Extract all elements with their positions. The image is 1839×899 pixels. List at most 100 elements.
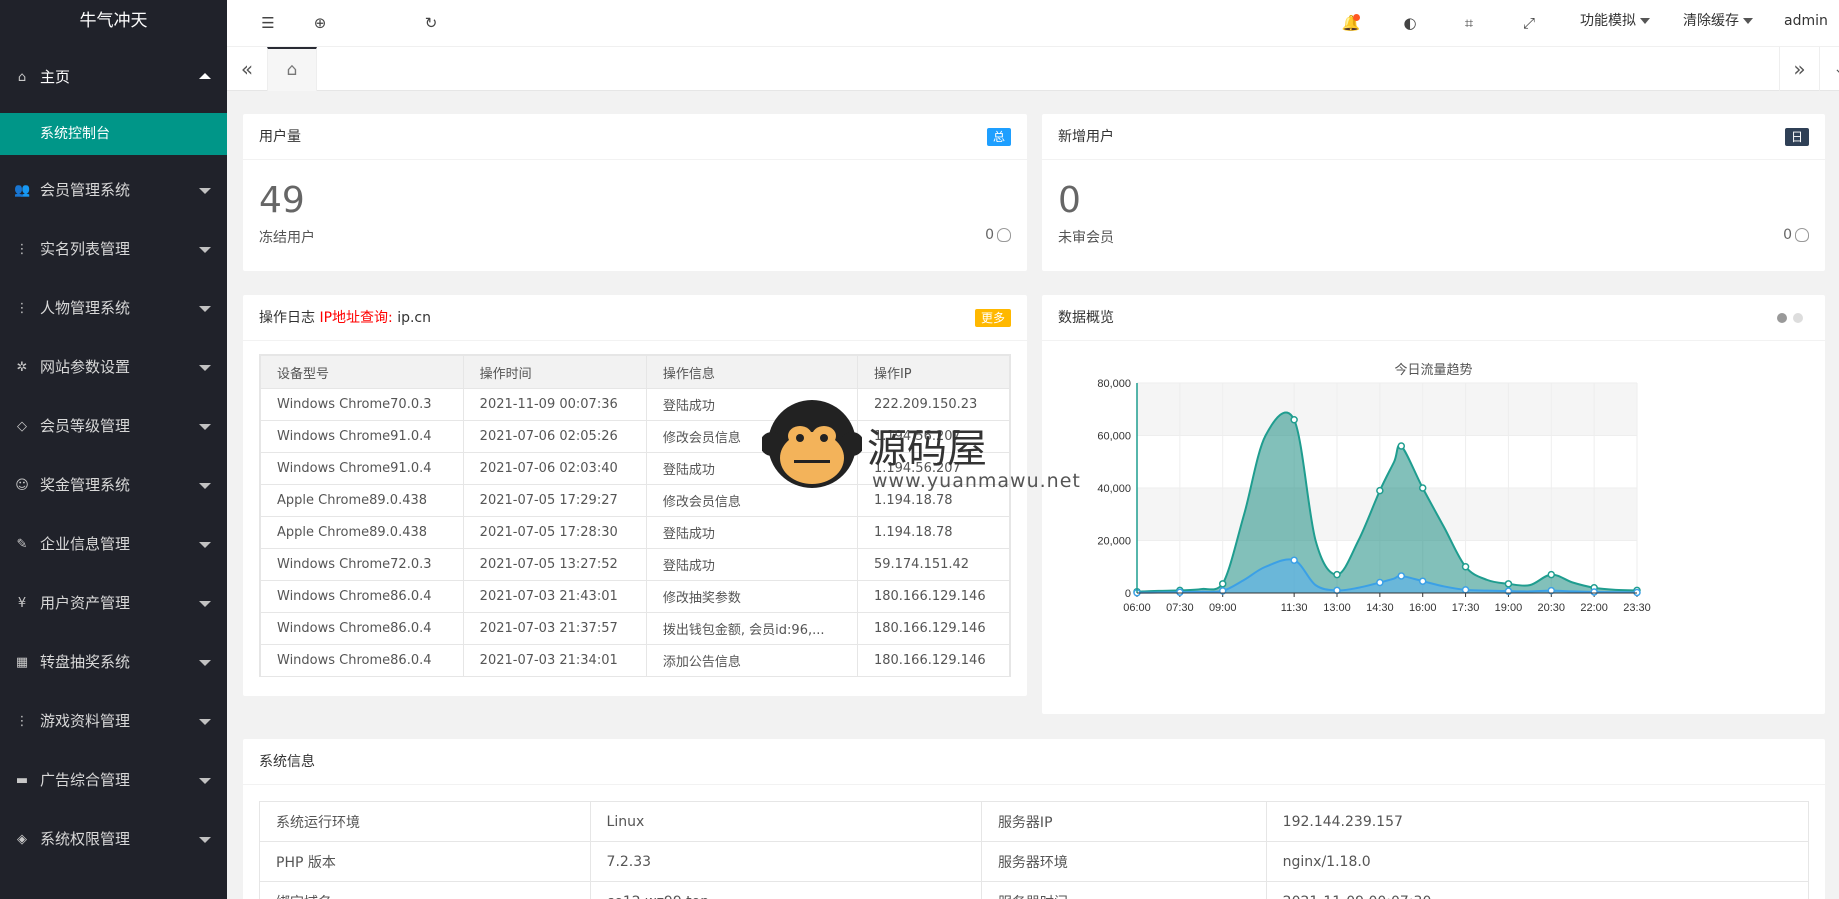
- sidebar-item-console[interactable]: 系统控制台: [0, 113, 227, 155]
- bell-icon[interactable]: 🔔: [1340, 12, 1362, 34]
- home-icon: ⌂: [17, 70, 27, 85]
- watermark: 源码屋 www.yuanmawu.net: [762, 396, 1082, 506]
- info-value: Linux: [589, 801, 982, 842]
- table-cell: 2021-07-06 02:05:26: [462, 420, 647, 453]
- tab-bar: « ⌂ » ⌄: [227, 47, 1839, 91]
- x-tick-label: 20:30: [1538, 602, 1566, 614]
- chevron-down-icon: [1640, 18, 1650, 24]
- ip-lookup-host[interactable]: ip.cn: [397, 310, 431, 326]
- table-cell: 1.194.18.78: [856, 516, 1010, 549]
- table-cell: Apple Chrome89.0.438: [260, 484, 464, 517]
- total-badge: 总: [986, 128, 1011, 146]
- x-tick-label: 09:00: [1209, 602, 1237, 614]
- shield-icon: ◈: [17, 832, 27, 847]
- x-tick-label: 07:30: [1166, 602, 1194, 614]
- func-sim-menu[interactable]: 功能模拟: [1580, 0, 1650, 42]
- sidebar-item[interactable]: ✎ 企业信息管理: [0, 515, 227, 574]
- user-count-card: 用户量 总 49 冻结用户 0: [243, 114, 1027, 271]
- chevron-down-icon: [199, 660, 211, 666]
- sidebar-item-label: 人物管理系统: [40, 299, 131, 317]
- sidebar-item-label: 奖金管理系统: [40, 476, 131, 494]
- user-menu[interactable]: admin: [1784, 0, 1839, 66]
- chevron-up-icon: [199, 73, 211, 79]
- tag-icon[interactable]: ⌗: [1458, 12, 1480, 34]
- table-cell: 2021-07-03 21:34:01: [462, 644, 647, 676]
- sidebar-item[interactable]: ◈ 系统权限管理: [0, 810, 227, 869]
- sidebar-item-label: 主页: [40, 68, 71, 86]
- info-label: PHP 版本: [259, 841, 591, 882]
- users-icon: 👥: [14, 183, 31, 198]
- palette-icon[interactable]: ◐: [1399, 12, 1421, 34]
- info-value: 7.2.33: [589, 841, 982, 882]
- sidebar-item[interactable]: ⋮ 人物管理系统: [0, 279, 227, 338]
- table-row: 系统运行环境 Linux 服务器IP 192.144.239.157: [259, 801, 1810, 842]
- sidebar-item[interactable]: ⋮ 实名列表管理: [0, 220, 227, 279]
- table-cell: 2021-07-05 17:28:30: [462, 516, 647, 549]
- chevron-down-icon: [199, 306, 211, 312]
- sidebar-item[interactable]: ☺ 奖金管理系统: [0, 456, 227, 515]
- data-point: [1547, 570, 1556, 579]
- x-tick-label: 16:00: [1409, 602, 1437, 614]
- chevron-down-icon: [199, 424, 211, 430]
- more-vertical-icon: ⋮: [15, 301, 29, 316]
- chevron-down-icon: [199, 365, 211, 371]
- card-title: 数据概览: [1058, 310, 1114, 326]
- data-point: [1590, 588, 1598, 596]
- data-point: [1376, 486, 1384, 495]
- data-point: [1633, 588, 1641, 597]
- globe-icon[interactable]: ⊕: [309, 12, 331, 34]
- chevron-down-icon: [199, 542, 211, 548]
- x-tick-label: 14:30: [1366, 602, 1394, 614]
- sidebar-item-label: 实名列表管理: [40, 240, 131, 258]
- sidebar-item[interactable]: ▬ 广告综合管理: [0, 751, 227, 810]
- table-cell: 添加公告信息: [645, 644, 858, 676]
- refresh-icon[interactable]: ↻: [420, 12, 442, 34]
- table-cell: 登陆成功: [645, 548, 858, 581]
- carousel-dot[interactable]: [1793, 313, 1803, 323]
- data-point: [1376, 578, 1384, 587]
- sidebar-item[interactable]: ¥ 用户资产管理: [0, 574, 227, 633]
- fullscreen-icon[interactable]: ⤢: [1518, 12, 1540, 34]
- table-cell: Windows Chrome91.0.4: [260, 420, 464, 453]
- data-point: [1176, 588, 1184, 596]
- table-cell: Apple Chrome89.0.438: [260, 516, 464, 549]
- system-info-card: 系统信息 系统运行环境 Linux 服务器IP 192.144.239.157 PHP …: [243, 739, 1825, 899]
- more-button[interactable]: 更多: [974, 309, 1011, 327]
- table-cell: 2021-07-05 17:29:27: [462, 484, 647, 517]
- tabs-scroll-right-icon[interactable]: »: [1779, 47, 1819, 91]
- diamond-icon: ◇: [17, 419, 27, 434]
- sidebar: 牛气冲天 ⌂ 主页 系统控制台 👥 会员管理系统 ⋮ 实名列表管理 ⋮ 人物管理系统 ✲ 网站…: [0, 0, 227, 899]
- sidebar-item[interactable]: ⋮ 游戏资料管理: [0, 692, 227, 751]
- clear-cache-menu[interactable]: 清除缓存: [1683, 0, 1753, 42]
- sidebar-item-label: 转盘抽奖系统: [40, 653, 131, 671]
- sidebar-item-label: 网站参数设置: [40, 358, 131, 376]
- table-cell: Windows Chrome86.0.4: [260, 580, 464, 613]
- card-title: 用户量: [259, 129, 301, 145]
- pending-members-value: 0: [1783, 227, 1792, 243]
- sidebar-item-label: 系统权限管理: [40, 830, 131, 848]
- sidebar-item[interactable]: ◇ 会员等级管理: [0, 397, 227, 456]
- chevron-down-icon: [199, 483, 211, 489]
- user-label: admin: [1784, 13, 1828, 29]
- x-tick-label: 06:00: [1123, 602, 1151, 614]
- column-header: 操作IP: [856, 355, 1010, 389]
- sidebar-item[interactable]: ✲ 网站参数设置: [0, 338, 227, 397]
- notification-dot: [1353, 14, 1360, 21]
- data-point: [1290, 556, 1298, 564]
- sidebar-item[interactable]: 👥 会员管理系统: [0, 161, 227, 220]
- tabs-dropdown-icon[interactable]: ⌄: [1819, 47, 1839, 91]
- sidebar-item-label: 用户资产管理: [40, 594, 131, 612]
- tabs-scroll-left-icon[interactable]: «: [227, 47, 267, 91]
- user-icon: [997, 228, 1011, 242]
- table-row: Windows Chrome86.0.4 2021-07-03 21:37:57 拨…: [260, 612, 1010, 645]
- data-point: [1418, 577, 1427, 585]
- y-tick-label: 20,000: [1097, 536, 1131, 548]
- table-row: Apple Chrome89.0.438 2021-07-05 17:28:30 登…: [260, 516, 1010, 549]
- sidebar-item[interactable]: ▦ 转盘抽奖系统: [0, 633, 227, 692]
- menu-toggle-icon[interactable]: ☰: [257, 12, 279, 34]
- daily-badge: 日: [1784, 128, 1809, 146]
- tab-home[interactable]: ⌂: [267, 47, 317, 91]
- sidebar-item-home[interactable]: ⌂ 主页: [0, 42, 227, 113]
- carousel-dot-active[interactable]: [1777, 313, 1787, 323]
- ip-lookup-label[interactable]: IP地址查询:: [319, 310, 392, 326]
